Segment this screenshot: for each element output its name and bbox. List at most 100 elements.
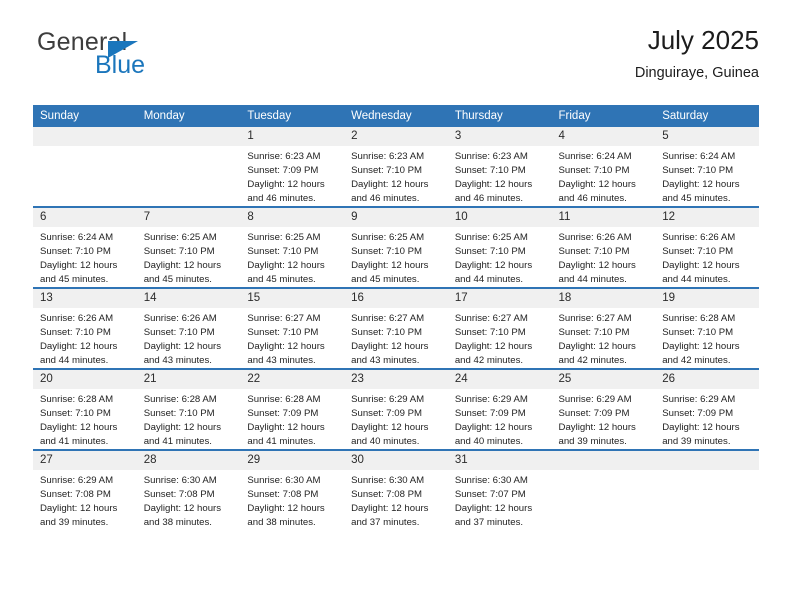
day-number	[655, 451, 759, 470]
brand-logo[interactable]: General Blue	[37, 30, 267, 92]
calendar-day-cell[interactable]: 30 Sunrise: 6:30 AM Sunset: 7:08 PM Dayligh…	[344, 449, 448, 530]
daylight-text: Daylight: 12 hours and 44 minutes.	[40, 341, 118, 366]
sunrise-text: Sunrise: 6:25 AM	[143, 232, 217, 243]
day-number: 7	[136, 208, 241, 227]
day-number: 24	[447, 370, 552, 389]
calendar-day-cell[interactable]: 17 Sunrise: 6:27 AM Sunset: 7:10 PM Dayligh…	[447, 287, 552, 369]
calendar-day-cell[interactable]: 23 Sunrise: 6:29 AM Sunset: 7:09 PM Dayligh…	[344, 368, 448, 450]
title-block: July 2025 Dinguiraye, Guinea	[634, 25, 759, 81]
daylight-text: Daylight: 12 hours and 45 minutes.	[247, 260, 325, 285]
daylight-text: Daylight: 12 hours and 44 minutes.	[454, 260, 533, 285]
sunrise-text: Sunrise: 6:23 AM	[351, 151, 425, 162]
day-number: 13	[33, 289, 137, 308]
calendar-table: Sunday Monday Tuesday Wednesday Thursday…	[33, 105, 759, 530]
calendar-day-cell[interactable]: 2 Sunrise: 6:23 AM Sunset: 7:10 PM Daylight…	[344, 127, 448, 207]
weekday-header-wednesday: Wednesday	[344, 105, 448, 127]
calendar-day-cell[interactable]: 24 Sunrise: 6:29 AM Sunset: 7:09 PM Dayligh…	[447, 368, 552, 450]
calendar-day-cell[interactable]: 27 Sunrise: 6:29 AM Sunset: 7:08 PM Dayligh…	[33, 449, 137, 530]
day-number: 19	[655, 289, 759, 308]
daylight-text: Daylight: 12 hours and 37 minutes.	[351, 503, 429, 528]
sunset-text: Sunset: 7:10 PM	[662, 327, 734, 338]
calendar-day-cell[interactable]: 20 Sunrise: 6:28 AM Sunset: 7:10 PM Dayligh…	[33, 368, 137, 450]
day-number: 30	[344, 451, 448, 470]
day-sun-info: Sunrise: 6:25 AM Sunset: 7:10 PM Daylight:…	[448, 227, 552, 287]
day-sun-info: Sunrise: 6:29 AM Sunset: 7:08 PM Daylight:…	[33, 470, 137, 530]
day-number	[33, 127, 137, 146]
calendar-day-cell[interactable]: 11 Sunrise: 6:26 AM Sunset: 7:10 PM Dayligh…	[551, 206, 656, 288]
day-number: 27	[33, 451, 137, 470]
day-sun-info: Sunrise: 6:25 AM Sunset: 7:10 PM Daylight:…	[137, 227, 241, 287]
calendar-day-cell[interactable]: 28 Sunrise: 6:30 AM Sunset: 7:08 PM Dayligh…	[136, 449, 241, 530]
calendar-day-cell[interactable]: 10 Sunrise: 6:25 AM Sunset: 7:10 PM Dayligh…	[447, 206, 552, 288]
calendar-day-cell[interactable]: 5 Sunrise: 6:24 AM Sunset: 7:10 PM Daylight…	[655, 127, 759, 207]
calendar-day-cell[interactable]: 1 Sunrise: 6:23 AM Sunset: 7:09 PM Daylight…	[240, 127, 345, 207]
calendar-day-cell[interactable]: 25 Sunrise: 6:29 AM Sunset: 7:09 PM Dayligh…	[551, 368, 656, 450]
sunset-text: Sunset: 7:10 PM	[662, 165, 734, 176]
calendar-day-cell[interactable]: 15 Sunrise: 6:27 AM Sunset: 7:10 PM Dayligh…	[240, 287, 345, 369]
daylight-text: Daylight: 12 hours and 41 minutes.	[247, 422, 325, 447]
calendar-day-cell[interactable]: 22 Sunrise: 6:28 AM Sunset: 7:09 PM Dayligh…	[240, 368, 345, 450]
calendar-day-cell[interactable]: 3 Sunrise: 6:23 AM Sunset: 7:10 PM Daylight…	[447, 127, 552, 207]
sunset-text: Sunset: 7:10 PM	[247, 327, 319, 338]
calendar-day-cell[interactable]: 26 Sunrise: 6:29 AM Sunset: 7:09 PM Dayligh…	[655, 368, 759, 450]
calendar-empty-cell	[33, 127, 137, 207]
sunrise-text: Sunrise: 6:23 AM	[454, 151, 528, 162]
day-sun-info: Sunrise: 6:25 AM Sunset: 7:10 PM Daylight:…	[240, 227, 344, 287]
day-sun-info: Sunrise: 6:26 AM Sunset: 7:10 PM Daylight:…	[33, 308, 137, 368]
calendar-day-cell[interactable]: 7 Sunrise: 6:25 AM Sunset: 7:10 PM Daylight…	[136, 206, 241, 288]
daylight-text: Daylight: 12 hours and 43 minutes.	[143, 341, 222, 366]
sunrise-text: Sunrise: 6:27 AM	[247, 313, 321, 324]
calendar-day-cell[interactable]: 12 Sunrise: 6:26 AM Sunset: 7:10 PM Dayligh…	[655, 206, 759, 288]
calendar-day-cell[interactable]: 8 Sunrise: 6:25 AM Sunset: 7:10 PM Daylight…	[240, 206, 345, 288]
day-number: 16	[344, 289, 448, 308]
day-number: 5	[655, 127, 759, 146]
sunrise-text: Sunrise: 6:30 AM	[143, 475, 217, 486]
day-sun-info: Sunrise: 6:29 AM Sunset: 7:09 PM Daylight:…	[344, 389, 448, 449]
page-header: General Blue July 2025 Dinguiraye, Guine…	[33, 25, 759, 96]
calendar-day-cell[interactable]: 19 Sunrise: 6:28 AM Sunset: 7:10 PM Dayligh…	[655, 287, 759, 369]
weekday-header-tuesday: Tuesday	[240, 105, 345, 127]
calendar-day-cell[interactable]: 6 Sunrise: 6:24 AM Sunset: 7:10 PM Daylight…	[33, 206, 137, 288]
sunset-text: Sunset: 7:08 PM	[351, 489, 423, 500]
day-number: 31	[447, 451, 552, 470]
calendar-day-cell[interactable]: 31 Sunrise: 6:30 AM Sunset: 7:07 PM Dayligh…	[447, 449, 552, 530]
day-number: 28	[136, 451, 241, 470]
page-title: July 2025	[647, 25, 759, 55]
daylight-text: Daylight: 12 hours and 38 minutes.	[247, 503, 325, 528]
sunset-text: Sunset: 7:09 PM	[662, 408, 734, 419]
sunset-text: Sunset: 7:10 PM	[40, 246, 111, 257]
sunset-text: Sunset: 7:10 PM	[143, 327, 215, 338]
sunrise-text: Sunrise: 6:24 AM	[662, 151, 736, 162]
daylight-text: Daylight: 12 hours and 44 minutes.	[558, 260, 636, 285]
day-number: 20	[33, 370, 137, 389]
day-number: 17	[447, 289, 552, 308]
calendar-day-cell[interactable]: 13 Sunrise: 6:26 AM Sunset: 7:10 PM Dayligh…	[33, 287, 137, 369]
brand-name-bottom: Blue	[95, 51, 146, 79]
day-number: 15	[240, 289, 345, 308]
page-subtitle: Dinguiraye, Guinea	[634, 64, 759, 81]
calendar-day-cell[interactable]: 29 Sunrise: 6:30 AM Sunset: 7:08 PM Dayligh…	[240, 449, 345, 530]
calendar-day-cell[interactable]: 21 Sunrise: 6:28 AM Sunset: 7:10 PM Dayligh…	[136, 368, 241, 450]
calendar-day-cell[interactable]: 14 Sunrise: 6:26 AM Sunset: 7:10 PM Dayligh…	[136, 287, 241, 369]
daylight-text: Daylight: 12 hours and 45 minutes.	[143, 260, 222, 285]
sunrise-text: Sunrise: 6:29 AM	[351, 394, 425, 405]
sunrise-text: Sunrise: 6:24 AM	[40, 232, 114, 243]
day-sun-info: Sunrise: 6:28 AM Sunset: 7:09 PM Daylight:…	[240, 389, 344, 449]
day-number: 21	[136, 370, 241, 389]
day-sun-info: Sunrise: 6:28 AM Sunset: 7:10 PM Daylight:…	[137, 389, 241, 449]
calendar-day-cell[interactable]: 16 Sunrise: 6:27 AM Sunset: 7:10 PM Dayligh…	[344, 287, 448, 369]
calendar-day-cell[interactable]: 4 Sunrise: 6:24 AM Sunset: 7:10 PM Daylight…	[551, 127, 656, 207]
daylight-text: Daylight: 12 hours and 45 minutes.	[351, 260, 429, 285]
sunrise-text: Sunrise: 6:27 AM	[351, 313, 425, 324]
daylight-text: Daylight: 12 hours and 44 minutes.	[662, 260, 740, 285]
sunset-text: Sunset: 7:08 PM	[40, 489, 111, 500]
calendar-day-cell[interactable]: 18 Sunrise: 6:27 AM Sunset: 7:10 PM Dayligh…	[551, 287, 656, 369]
day-sun-info: Sunrise: 6:26 AM Sunset: 7:10 PM Daylight:…	[655, 227, 759, 287]
day-number	[136, 127, 241, 146]
daylight-text: Daylight: 12 hours and 46 minutes.	[454, 179, 533, 204]
daylight-text: Daylight: 12 hours and 46 minutes.	[247, 179, 325, 204]
daylight-text: Daylight: 12 hours and 39 minutes.	[40, 503, 118, 528]
daylight-text: Daylight: 12 hours and 40 minutes.	[454, 422, 533, 447]
calendar-day-cell[interactable]: 9 Sunrise: 6:25 AM Sunset: 7:10 PM Daylight…	[344, 206, 448, 288]
calendar-empty-cell	[136, 127, 241, 207]
